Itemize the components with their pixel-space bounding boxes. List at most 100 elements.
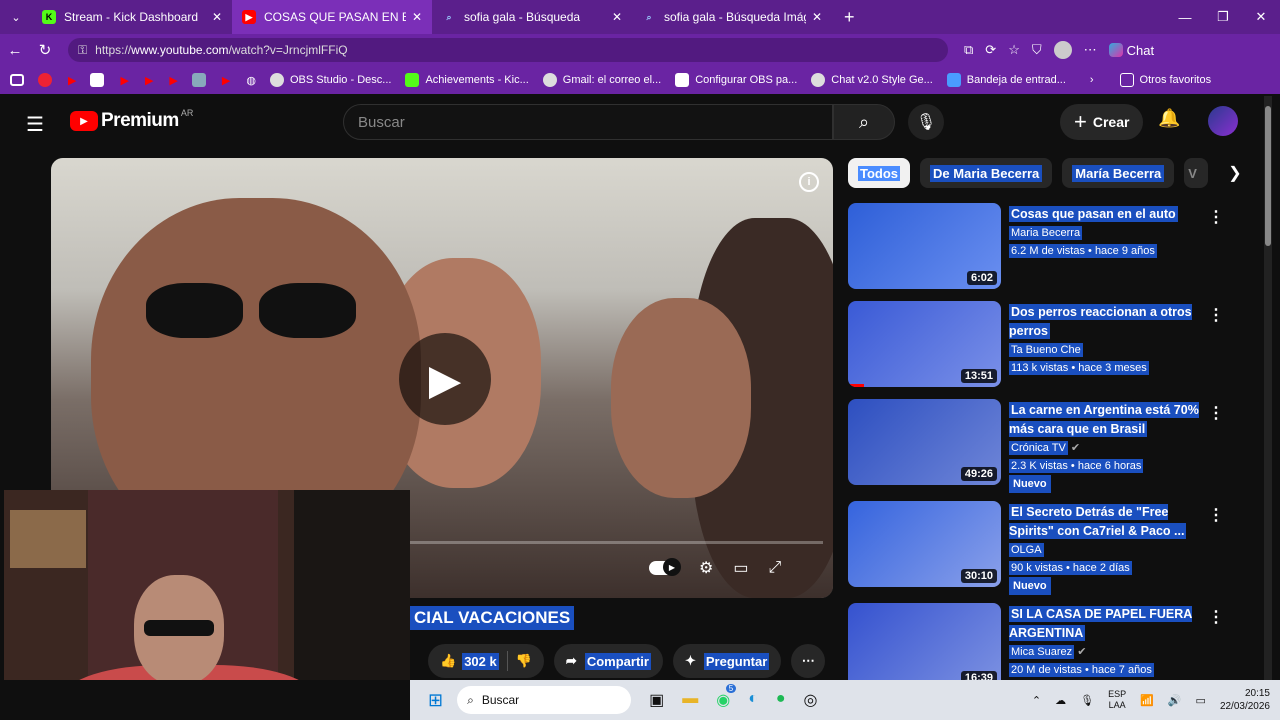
list-item[interactable]: 49:26 La carne en Argentina está 70% más… bbox=[848, 399, 1238, 498]
fullscreen-icon[interactable]: ⤢ bbox=[768, 559, 781, 577]
more-icon[interactable]: ⋯ bbox=[1084, 42, 1097, 58]
windows-start-icon[interactable]: ⊞ bbox=[428, 690, 443, 711]
taskbar-search[interactable]: ⌕ Buscar bbox=[457, 686, 632, 714]
globe-icon[interactable]: ◍ bbox=[246, 74, 256, 87]
close-tab-icon[interactable]: ✕ bbox=[212, 10, 222, 24]
wifi-icon[interactable]: 📶 bbox=[1140, 694, 1154, 707]
maximize-button[interactable]: ❐ bbox=[1204, 0, 1242, 34]
bookmark-icon[interactable]: ▶ bbox=[222, 74, 230, 87]
search-input[interactable]: Buscar bbox=[343, 104, 833, 140]
chevron-right-icon[interactable]: ❯ bbox=[1228, 163, 1241, 183]
new-tab-button[interactable]: + bbox=[844, 7, 855, 28]
more-vert-icon[interactable]: ⋮ bbox=[1208, 305, 1224, 325]
chip-all[interactable]: Todos bbox=[848, 158, 911, 188]
language-indicator[interactable]: ESP LAA bbox=[1108, 689, 1126, 711]
video-thumbnail[interactable]: 49:26 bbox=[848, 399, 1001, 485]
scrollbar[interactable] bbox=[1264, 96, 1272, 680]
info-icon[interactable]: i bbox=[799, 172, 819, 192]
file-explorer-icon[interactable]: ▬ bbox=[682, 690, 698, 710]
list-item[interactable]: 16:39 SI LA CASA DE PAPEL FUERA ARGENTIN… bbox=[848, 603, 1238, 680]
video-thumbnail[interactable]: 16:39 bbox=[848, 603, 1001, 680]
close-tab-icon[interactable]: ✕ bbox=[412, 10, 422, 24]
microphone-icon[interactable]: 🎙 bbox=[1080, 694, 1094, 707]
play-button[interactable]: ▶ bbox=[399, 333, 491, 425]
bookmark-inbox[interactable]: Bandeja de entrad... bbox=[946, 73, 1066, 87]
channel-name[interactable]: Maria Becerra bbox=[1009, 226, 1083, 240]
profile-icon[interactable] bbox=[1053, 41, 1072, 59]
list-item[interactable]: 13:51 Dos perros reaccionan a otros perr… bbox=[848, 301, 1238, 396]
youtube-logo[interactable]: ▶ Premium AR bbox=[70, 108, 193, 132]
tab-youtube-video[interactable]: ▶ COSAS QUE PASAN EN EL AUTO # ✕ bbox=[232, 0, 432, 34]
avatar[interactable] bbox=[1208, 106, 1238, 136]
list-item[interactable]: 6:02 Cosas que pasan en el auto Maria Be… bbox=[848, 203, 1238, 298]
share-button[interactable]: ➦ Compartir bbox=[553, 644, 663, 678]
theater-mode-icon[interactable]: ▭ bbox=[733, 558, 748, 578]
bookmark-icon[interactable] bbox=[191, 73, 206, 87]
bookmark-icon[interactable]: ▶ bbox=[120, 74, 128, 87]
create-button[interactable]: + Crear bbox=[1060, 104, 1144, 140]
clock[interactable]: 20:15 22/03/2026 bbox=[1220, 687, 1270, 713]
channel-name[interactable]: OLGA bbox=[1009, 543, 1044, 557]
channel-name[interactable]: Crónica TV bbox=[1009, 441, 1068, 455]
video-thumbnail[interactable]: 30:10 bbox=[848, 501, 1001, 587]
tab-search-sofia[interactable]: ⌕ sofia gala - Búsqueda ✕ bbox=[432, 0, 632, 34]
bookmark-icon[interactable] bbox=[38, 73, 52, 87]
voice-search-button[interactable]: 🎙 bbox=[908, 104, 944, 140]
channel-name[interactable]: Mica Suarez bbox=[1009, 645, 1075, 659]
tab-list-button[interactable]: ⌄ bbox=[0, 11, 32, 24]
tab-search-images[interactable]: ⌕ sofia gala - Búsqueda Imágenes ✕ bbox=[632, 0, 832, 34]
more-actions-button[interactable]: ⋯ bbox=[791, 644, 826, 678]
settings-gear-icon[interactable]: ⚙ bbox=[699, 558, 713, 578]
reload-button[interactable]: ↻ bbox=[30, 41, 60, 59]
more-vert-icon[interactable]: ⋮ bbox=[1208, 207, 1224, 227]
chevron-up-icon[interactable]: ⌃ bbox=[1032, 694, 1041, 707]
close-tab-icon[interactable]: ✕ bbox=[612, 10, 622, 24]
copilot-chat-button[interactable]: Chat bbox=[1108, 43, 1154, 58]
chevron-right-icon[interactable]: › bbox=[1090, 74, 1094, 86]
hamburger-menu-icon[interactable]: ☰ bbox=[26, 112, 44, 137]
autoplay-toggle[interactable]: ▶ bbox=[649, 558, 681, 576]
back-button[interactable]: ← bbox=[0, 42, 30, 59]
channel-name[interactable]: Ta Bueno Che bbox=[1009, 343, 1083, 357]
cloud-icon[interactable]: ☁ bbox=[1055, 694, 1066, 707]
chip-de-maria-becerra[interactable]: De Maria Becerra bbox=[920, 158, 1053, 188]
edge-icon[interactable]: ◐ bbox=[748, 690, 758, 710]
list-item[interactable]: 30:10 El Secreto Detrás de "Free Spirits… bbox=[848, 501, 1238, 600]
favorites-icon[interactable]: ☆ bbox=[1008, 42, 1020, 58]
video-thumbnail[interactable]: 13:51 bbox=[848, 301, 1001, 387]
more-vert-icon[interactable]: ⋮ bbox=[1208, 403, 1224, 423]
video-title[interactable]: Cosas que pasan en el auto bbox=[1009, 206, 1178, 222]
bookmark-gmail[interactable]: Gmail: el correo el... bbox=[542, 73, 661, 87]
shield-icon[interactable]: ⛉ bbox=[1032, 42, 1042, 58]
video-title[interactable]: Dos perros reaccionan a otros perros bbox=[1009, 304, 1192, 339]
more-vert-icon[interactable]: ⋮ bbox=[1208, 607, 1224, 627]
bookmark-icon[interactable]: ▶ bbox=[68, 74, 76, 87]
spotify-icon[interactable]: ● bbox=[776, 690, 786, 710]
extensions-icon[interactable]: ⧉ bbox=[964, 42, 973, 58]
video-title[interactable]: La carne en Argentina está 70% más cara … bbox=[1009, 402, 1199, 437]
dislike-button[interactable]: 👎 bbox=[516, 653, 532, 669]
like-button[interactable]: 👍 302 k bbox=[440, 652, 499, 670]
more-vert-icon[interactable]: ⋮ bbox=[1208, 505, 1224, 525]
video-title[interactable]: El Secreto Detrás de "Free Spirits" con … bbox=[1009, 504, 1187, 539]
chip-partial[interactable]: V bbox=[1184, 158, 1209, 188]
bookmark-icon[interactable] bbox=[10, 74, 24, 86]
volume-icon[interactable]: 🔊 bbox=[1168, 694, 1182, 707]
bookmark-achievements[interactable]: Achievements - Kic... bbox=[405, 73, 529, 87]
bookmark-obs[interactable]: OBS Studio - Desc... bbox=[269, 73, 391, 87]
minimize-button[interactable]: — bbox=[1166, 0, 1204, 34]
bookmark-icon[interactable] bbox=[90, 73, 105, 87]
other-favorites[interactable]: Otros favoritos bbox=[1119, 73, 1211, 87]
bookmark-icon[interactable]: ▶ bbox=[169, 74, 177, 87]
url-field[interactable]: ⚿ https://www.youtube.com/watch?v=Jrncjm… bbox=[68, 38, 948, 62]
notifications-bell-icon[interactable]: 🔔 bbox=[1158, 108, 1180, 129]
bookmark-chat-style[interactable]: Chat v2.0 Style Ge... bbox=[811, 73, 933, 87]
refresh-icon[interactable]: ⟳ bbox=[985, 42, 996, 58]
whatsapp-icon[interactable]: ◉ 5 bbox=[716, 684, 737, 710]
obs-icon[interactable]: ◎ bbox=[804, 690, 818, 710]
scrollbar-thumb[interactable] bbox=[1265, 106, 1271, 246]
bookmark-icon[interactable]: ▶ bbox=[145, 74, 153, 87]
close-tab-icon[interactable]: ✕ bbox=[812, 10, 822, 24]
video-title[interactable]: SI LA CASA DE PAPEL FUERA ARGENTINA bbox=[1009, 606, 1193, 641]
search-button[interactable]: ⌕ bbox=[833, 104, 895, 140]
